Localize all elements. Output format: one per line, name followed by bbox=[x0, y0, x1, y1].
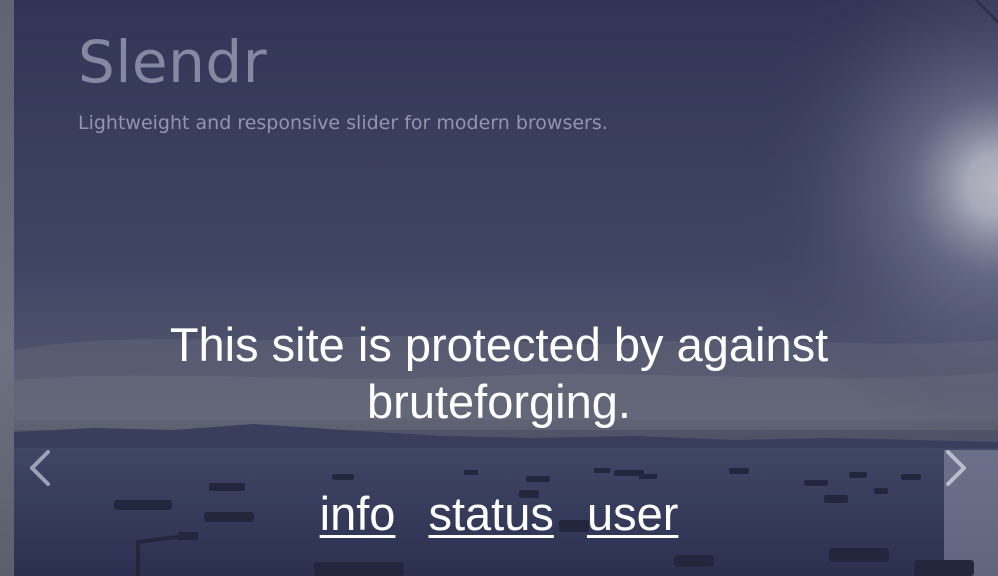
brand-title: Slendr bbox=[78, 28, 268, 96]
info-link[interactable]: info bbox=[320, 487, 396, 540]
protection-headline: This site is protected by against brutef… bbox=[169, 318, 829, 428]
chevron-left-icon[interactable] bbox=[24, 448, 58, 488]
brand-tagline: Lightweight and responsive slider for mo… bbox=[78, 112, 608, 134]
chevron-right-icon[interactable] bbox=[938, 448, 972, 488]
nav-links: info status user bbox=[0, 484, 998, 544]
user-link[interactable]: user bbox=[587, 487, 678, 540]
page: Slendr Lightweight and responsive slider… bbox=[0, 0, 998, 576]
corner-ribbon-icon bbox=[972, 0, 998, 24]
status-link[interactable]: status bbox=[428, 487, 553, 540]
